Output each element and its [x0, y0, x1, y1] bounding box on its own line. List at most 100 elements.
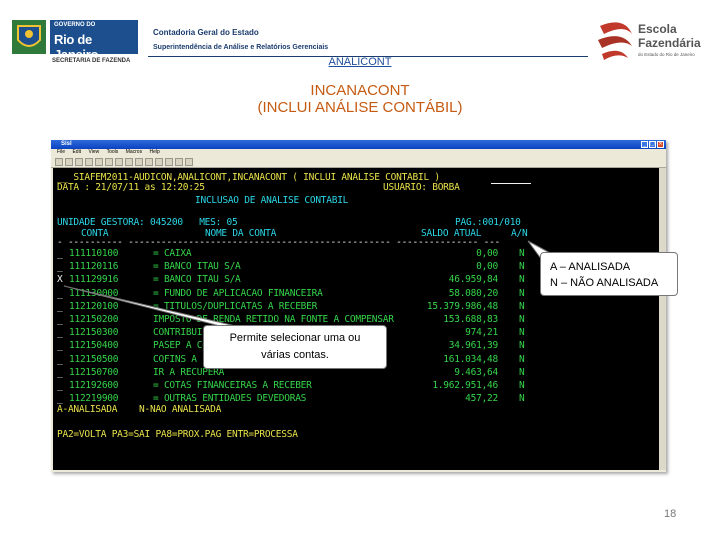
- maximize-button[interactable]: □: [649, 141, 656, 148]
- menu-view[interactable]: View: [88, 149, 99, 155]
- minimize-button[interactable]: _: [641, 141, 648, 148]
- row-nome: = BANCO ITAU S/A: [153, 261, 241, 273]
- window-title: Sisl: [61, 141, 72, 147]
- escola-name-1: Escola: [638, 22, 677, 36]
- row-nome: IMPOSTO DE RENDA RETIDO NA FONTE A COMPE…: [153, 314, 394, 325]
- row-saldo: 1.962.951,46: [432, 380, 498, 391]
- toolbar-button[interactable]: [85, 157, 93, 166]
- row-conta: 112150400: [69, 340, 119, 352]
- command-input-underline[interactable]: [491, 183, 531, 184]
- toolbar-button[interactable]: [165, 157, 173, 166]
- row-an: N: [519, 300, 525, 312]
- row-select-field[interactable]: _: [57, 315, 63, 325]
- close-button[interactable]: ×: [657, 141, 664, 148]
- row-select-field[interactable]: _: [57, 367, 63, 378]
- row-saldo: 15.379.986,48: [426, 300, 498, 312]
- row-select-field[interactable]: _: [57, 301, 63, 312]
- toolbar-button[interactable]: [95, 157, 103, 166]
- row-nome: = TITULOS/DUPLICATAS A RECEBER: [153, 300, 318, 312]
- row-an: N: [519, 366, 525, 378]
- menu-tools[interactable]: Tools: [107, 149, 119, 155]
- menu-bar: File Edit View Tools Macros Help: [51, 149, 666, 156]
- toolbar-button[interactable]: [185, 157, 193, 166]
- row-an: N: [519, 327, 525, 339]
- page-number: 18: [664, 508, 677, 520]
- row-conta: 112150300: [69, 327, 119, 339]
- department-subtitle: Superintendência de Análise e Relatórios…: [153, 44, 329, 51]
- menu-file[interactable]: File: [57, 149, 65, 155]
- toolbar-button[interactable]: [135, 157, 143, 166]
- row-select-field[interactable]: _: [57, 262, 63, 272]
- terminal-screen[interactable]: __ SIAFEM2011-AUDICON,ANALICONT,INCANACO…: [53, 168, 664, 470]
- row-saldo: 9.463,64: [454, 366, 498, 378]
- window-titlebar[interactable]: Sisl _ □ ×: [51, 140, 666, 149]
- row-conta: 112120100: [69, 300, 119, 312]
- row-conta: 112150700: [69, 366, 119, 378]
- legend-callout: A – ANALISADA N – NÃO ANALISADA: [540, 252, 678, 296]
- unidade-gestora: UNIDADE GESTORA: 045200 MES: 05: [57, 217, 238, 228]
- row-nome: = FUNDO DE APLICACAO FINANCEIRA: [153, 287, 323, 299]
- legend-callout-line2: N – NÃO ANALISADA: [550, 277, 659, 289]
- row-saldo: 974,21: [465, 327, 498, 339]
- toolbar-button[interactable]: [115, 157, 123, 166]
- row-conta: 111110100: [69, 248, 119, 259]
- row-conta: 111129916: [69, 274, 119, 286]
- row-saldo: 161.034,48: [443, 353, 498, 365]
- select-callout: Permite selecionar uma ou várias contas.: [203, 325, 387, 369]
- select-callout-line2: várias contas.: [261, 349, 329, 361]
- row-an: N: [519, 393, 525, 405]
- toolbar: [51, 156, 666, 168]
- menu-help[interactable]: Help: [149, 149, 159, 155]
- row-select-field[interactable]: _: [57, 288, 63, 299]
- government-label: GOVERNO DO: [54, 22, 96, 28]
- select-callout-line1: Permite selecionar uma ou: [229, 332, 361, 344]
- row-an: N: [519, 248, 525, 259]
- analicont-link[interactable]: ANALICONT: [0, 56, 720, 68]
- row-select-field[interactable]: _: [57, 354, 63, 365]
- toolbar-button[interactable]: [155, 157, 163, 166]
- legend-callout-line1: A – ANALISADA: [550, 261, 631, 273]
- row-select-field[interactable]: _: [57, 394, 63, 404]
- row-nome: = BANCO ITAU S/A: [153, 274, 241, 286]
- toolbar-button[interactable]: [145, 157, 153, 166]
- terminal-window: Sisl _ □ × File Edit View Tools Macros H…: [51, 140, 666, 472]
- slide-subtitle: (INCLUI ANÁLISE CONTÁBIL): [257, 99, 463, 116]
- government-logo: GOVERNO DO Rio de Janeiro: [10, 18, 138, 62]
- row-saldo: 34.961,39: [448, 340, 498, 352]
- toolbar-button[interactable]: [75, 157, 83, 166]
- column-separator: - ---------- ---------------------------…: [57, 237, 501, 248]
- row-saldo: 153.688,83: [443, 314, 498, 325]
- row-saldo: 0,00: [476, 248, 498, 259]
- row-nome: = COTAS FINANCEIRAS A RECEBER: [153, 380, 312, 391]
- row-select-field[interactable]: _: [57, 249, 63, 259]
- row-an: N: [519, 274, 525, 286]
- department-title: Contadoria Geral do Estado: [153, 28, 259, 37]
- escola-name-2: Fazendária: [638, 36, 701, 50]
- row-nome: = OUTRAS ENTIDADES DEVEDORAS: [153, 393, 307, 405]
- terminal-user: USUARIO: BORBA: [383, 182, 460, 193]
- row-an: N: [519, 261, 525, 273]
- row-select-field[interactable]: _: [57, 341, 63, 351]
- toolbar-button[interactable]: [65, 157, 73, 166]
- vertical-scrollbar[interactable]: [659, 168, 666, 470]
- row-conta: 111120116: [69, 261, 119, 273]
- menu-edit[interactable]: Edit: [72, 149, 81, 155]
- terminal-subtitle: INCLUSAO DE ANALISE CONTABIL: [195, 195, 349, 206]
- toolbar-button[interactable]: [55, 157, 63, 166]
- page-indicator: PAG.:001/010: [455, 217, 521, 228]
- function-keys: PA2=VOLTA PA3=SAI PA8=PROX.PAG ENTR=PROC…: [57, 429, 298, 440]
- row-select-field[interactable]: _: [57, 381, 63, 391]
- row-saldo: 58.080,20: [448, 287, 498, 299]
- row-select-field[interactable]: X: [57, 275, 63, 285]
- row-an: N: [519, 314, 525, 325]
- menu-macros[interactable]: Macros: [126, 149, 142, 155]
- row-conta: 111130000: [69, 287, 119, 299]
- toolbar-button[interactable]: [175, 157, 183, 166]
- slide-title: INCANACONT: [310, 82, 410, 99]
- toolbar-button[interactable]: [105, 157, 113, 166]
- window-controls: _ □ ×: [641, 141, 664, 148]
- row-select-field[interactable]: _: [57, 328, 63, 338]
- toolbar-button[interactable]: [125, 157, 133, 166]
- row-saldo: 0,00: [476, 261, 498, 273]
- row-nome: IR A RECUPERA: [153, 366, 225, 378]
